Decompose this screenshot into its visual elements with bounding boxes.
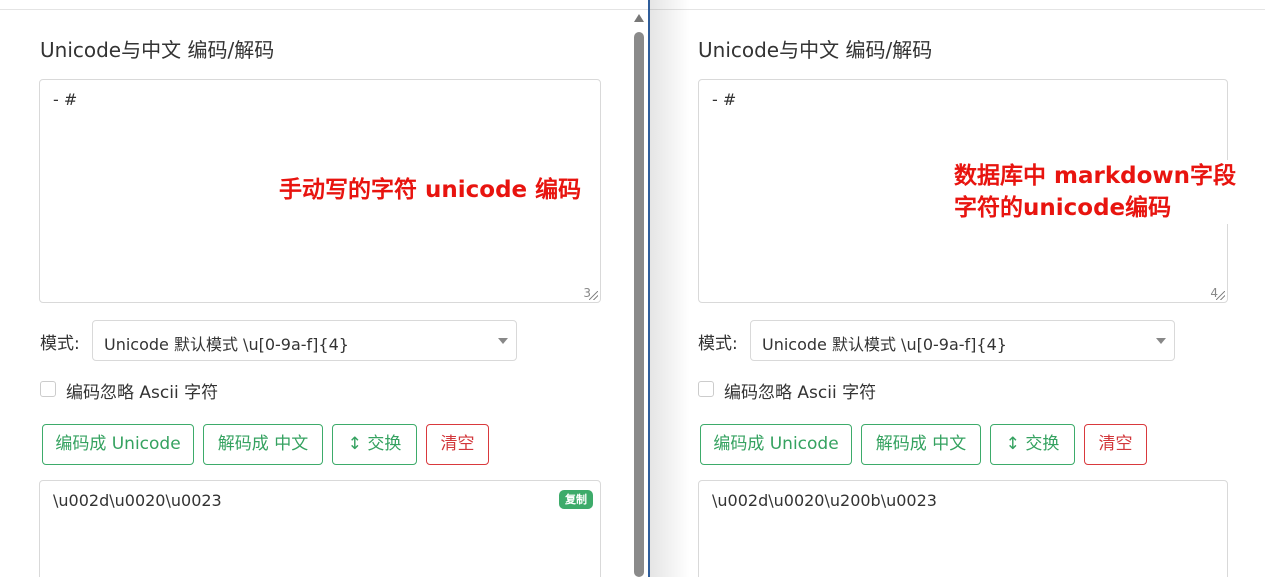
mode-label: 模式: xyxy=(698,334,738,354)
swap-button[interactable]: ↕ 交换 xyxy=(990,424,1075,465)
ignore-ascii-label: 编码忽略 Ascii 字符 xyxy=(66,383,219,403)
decode-chinese-button[interactable]: 解码成 中文 xyxy=(861,424,981,465)
swap-button[interactable]: ↕ 交换 xyxy=(332,424,417,465)
encode-unicode-button[interactable]: 编码成 Unicode xyxy=(700,424,852,465)
annotation-line-2: 字符的unicode编码 xyxy=(954,195,1172,221)
annotation-manual-unicode: 手动写的字符 unicode 编码 xyxy=(273,174,588,206)
decode-chinese-button[interactable]: 解码成 中文 xyxy=(203,424,323,465)
page-title: Unicode与中文 编码/解码 xyxy=(40,38,275,62)
left-pane: Unicode与中文 编码/解码 - # 3 手动写的字符 unicode 编码… xyxy=(0,0,648,577)
ignore-ascii-option[interactable]: 编码忽略 Ascii 字符 xyxy=(40,378,300,403)
top-border xyxy=(0,9,648,10)
ignore-ascii-checkbox[interactable] xyxy=(40,381,56,397)
annotation-line-1: 数据库中 markdown字段 xyxy=(954,163,1237,189)
output-textarea[interactable]: \u002d\u0020\u200b\u0023 xyxy=(698,480,1228,577)
pane-shadow xyxy=(650,0,690,577)
top-border xyxy=(650,9,1265,10)
output-textarea[interactable]: \u002d\u0020\u0023 复制 xyxy=(39,480,601,577)
ignore-ascii-label: 编码忽略 Ascii 字符 xyxy=(724,383,877,403)
ignore-ascii-checkbox[interactable] xyxy=(698,381,714,397)
mode-select-value: Unicode 默认模式 \u[0-9a-f]{4} xyxy=(104,335,349,354)
output-text: \u002d\u0020\u0023 xyxy=(53,491,222,510)
encode-unicode-button[interactable]: 编码成 Unicode xyxy=(42,424,194,465)
resize-grip-icon[interactable] xyxy=(1216,291,1225,300)
ignore-ascii-option[interactable]: 编码忽略 Ascii 字符 xyxy=(698,378,958,403)
vertical-scrollbar[interactable] xyxy=(634,14,644,577)
clear-button[interactable]: 清空 xyxy=(426,424,489,465)
copy-button[interactable]: 复制 xyxy=(559,490,593,509)
clear-button[interactable]: 清空 xyxy=(1084,424,1147,465)
chevron-down-icon xyxy=(498,338,508,344)
output-text: \u002d\u0020\u200b\u0023 xyxy=(712,491,937,510)
right-pane: Unicode与中文 编码/解码 - # 4 数据库中 markdown字段 字… xyxy=(650,0,1265,577)
resize-grip-icon[interactable] xyxy=(589,291,598,300)
mode-label: 模式: xyxy=(40,334,80,354)
input-text: - # xyxy=(712,90,737,109)
annotation-db-markdown: 数据库中 markdown字段 字符的unicode编码 xyxy=(948,160,1237,224)
scroll-up-arrow-icon[interactable] xyxy=(634,14,644,22)
scrollbar-thumb[interactable] xyxy=(634,32,644,577)
mode-select[interactable]: Unicode 默认模式 \u[0-9a-f]{4} xyxy=(92,320,517,361)
page-title: Unicode与中文 编码/解码 xyxy=(698,38,933,62)
input-text: - # xyxy=(53,90,78,109)
mode-select-value: Unicode 默认模式 \u[0-9a-f]{4} xyxy=(762,335,1007,354)
mode-select[interactable]: Unicode 默认模式 \u[0-9a-f]{4} xyxy=(750,320,1175,361)
chevron-down-icon xyxy=(1156,338,1166,344)
